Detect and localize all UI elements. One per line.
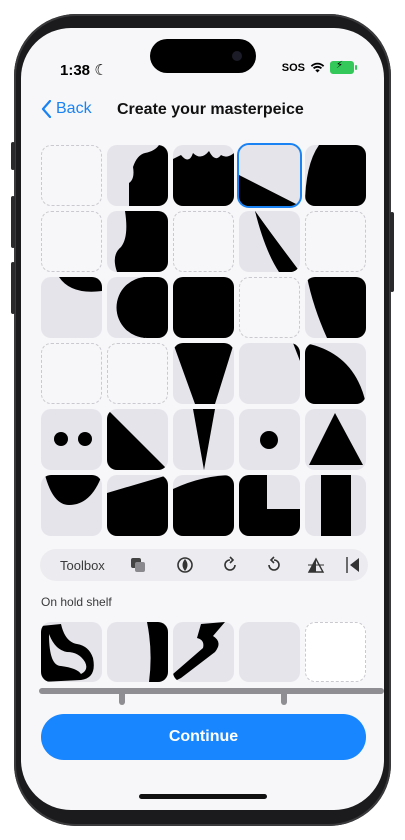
shape-piece (59, 277, 102, 292)
shape-piece (260, 431, 278, 449)
flip-horizontal-icon[interactable] (342, 555, 362, 575)
shape-piece (309, 413, 363, 465)
grid-cell[interactable] (173, 343, 234, 404)
grid-cell-selected[interactable] (237, 143, 302, 208)
shape-piece (116, 277, 168, 338)
grid-cell[interactable] (41, 409, 102, 470)
continue-button[interactable]: Continue (41, 714, 366, 760)
duplicate-icon[interactable] (128, 555, 148, 575)
grid-cell[interactable] (173, 277, 234, 338)
battery-icon: ⚡ (330, 60, 357, 74)
camera (232, 51, 242, 61)
grid-cell[interactable] (107, 277, 168, 338)
grid-cell-empty[interactable] (41, 343, 102, 404)
shape-piece (54, 432, 92, 446)
shape-piece (45, 475, 102, 505)
volume-up-button (11, 196, 15, 248)
shape-piece (239, 475, 300, 536)
toolbox-label: Toolbox (60, 558, 105, 573)
fill-icon[interactable] (175, 555, 195, 575)
rotate-counterclockwise-icon[interactable] (264, 555, 284, 575)
back-label: Back (56, 100, 92, 117)
shelf-peg (119, 693, 125, 705)
shelf-slot-empty[interactable] (305, 622, 366, 682)
grid-cell[interactable] (305, 145, 366, 206)
grid-cell-empty[interactable] (41, 211, 102, 272)
shape-piece (173, 277, 234, 338)
grid-cell-empty[interactable] (107, 343, 168, 404)
rotate-clockwise-icon[interactable] (220, 555, 240, 575)
moon-icon: ☾ (94, 62, 108, 79)
grid-cell[interactable] (305, 277, 366, 338)
grid-cell[interactable] (107, 211, 168, 272)
wifi-icon (310, 62, 325, 73)
grid-cell[interactable] (305, 343, 366, 404)
shape-piece (114, 211, 168, 272)
screen: 1:38 ☾ SOS ⚡ Back Create your masterpeic… (21, 28, 384, 810)
grid-cell[interactable] (173, 475, 234, 536)
shape-piece (293, 343, 300, 361)
grid-cell[interactable] (107, 409, 168, 470)
back-button[interactable]: Back (41, 100, 92, 118)
dynamic-island (150, 39, 256, 73)
grid-cell-empty[interactable] (239, 277, 300, 338)
shape-piece (255, 211, 300, 272)
toolbox: Toolbox (40, 549, 368, 581)
shelf-item[interactable] (173, 622, 234, 682)
shape-piece (107, 409, 168, 470)
grid-cell[interactable] (41, 277, 102, 338)
silent-switch (11, 142, 15, 170)
sos-label: SOS (281, 61, 305, 74)
shelf-item[interactable] (239, 622, 300, 682)
shape-piece (193, 409, 215, 470)
power-button (390, 212, 394, 292)
status-right: SOS ⚡ (281, 60, 357, 74)
shape-piece (107, 475, 168, 536)
shelf-label: On hold shelf (41, 595, 112, 609)
shape-piece (147, 622, 168, 682)
volume-down-button (11, 262, 15, 314)
shelf-bar (39, 688, 384, 694)
grid-cell[interactable] (41, 475, 102, 536)
shelf-peg (281, 693, 287, 705)
grid-cell-empty[interactable] (173, 211, 234, 272)
nav-bar: Back Create your masterpeice (21, 96, 384, 124)
grid-cell[interactable] (107, 145, 168, 206)
page-title: Create your masterpeice (117, 101, 304, 118)
grid-cell[interactable] (239, 343, 300, 404)
grid-cell[interactable] (239, 475, 300, 536)
flip-vertical-icon[interactable] (306, 555, 326, 575)
shape-piece (173, 151, 234, 206)
shape-piece (173, 475, 234, 536)
shape-piece (129, 145, 168, 206)
grid-cell[interactable] (239, 211, 300, 272)
hold-shelf (41, 622, 381, 684)
chevron-left-icon (41, 100, 52, 118)
shape-piece (307, 277, 366, 338)
shape-piece (321, 475, 351, 536)
shape-piece (305, 343, 366, 404)
grid-cell[interactable] (173, 409, 234, 470)
grid-cell[interactable] (173, 145, 234, 206)
shape-piece (305, 145, 366, 206)
grid-cell[interactable] (107, 475, 168, 536)
grid-cell[interactable] (305, 409, 366, 470)
grid-cell-empty[interactable] (41, 145, 102, 206)
shelf-item[interactable] (41, 622, 102, 682)
grid-cell[interactable] (305, 475, 366, 536)
grid-cell[interactable] (239, 409, 300, 470)
grid-cell-empty[interactable] (305, 211, 366, 272)
home-indicator (139, 794, 267, 799)
shape-piece (173, 622, 225, 682)
shape-piece (41, 624, 94, 682)
shape-piece (173, 343, 234, 404)
shape-piece (239, 175, 300, 206)
shelf-item[interactable] (107, 622, 168, 682)
status-time: 1:38 ☾ (60, 62, 108, 79)
